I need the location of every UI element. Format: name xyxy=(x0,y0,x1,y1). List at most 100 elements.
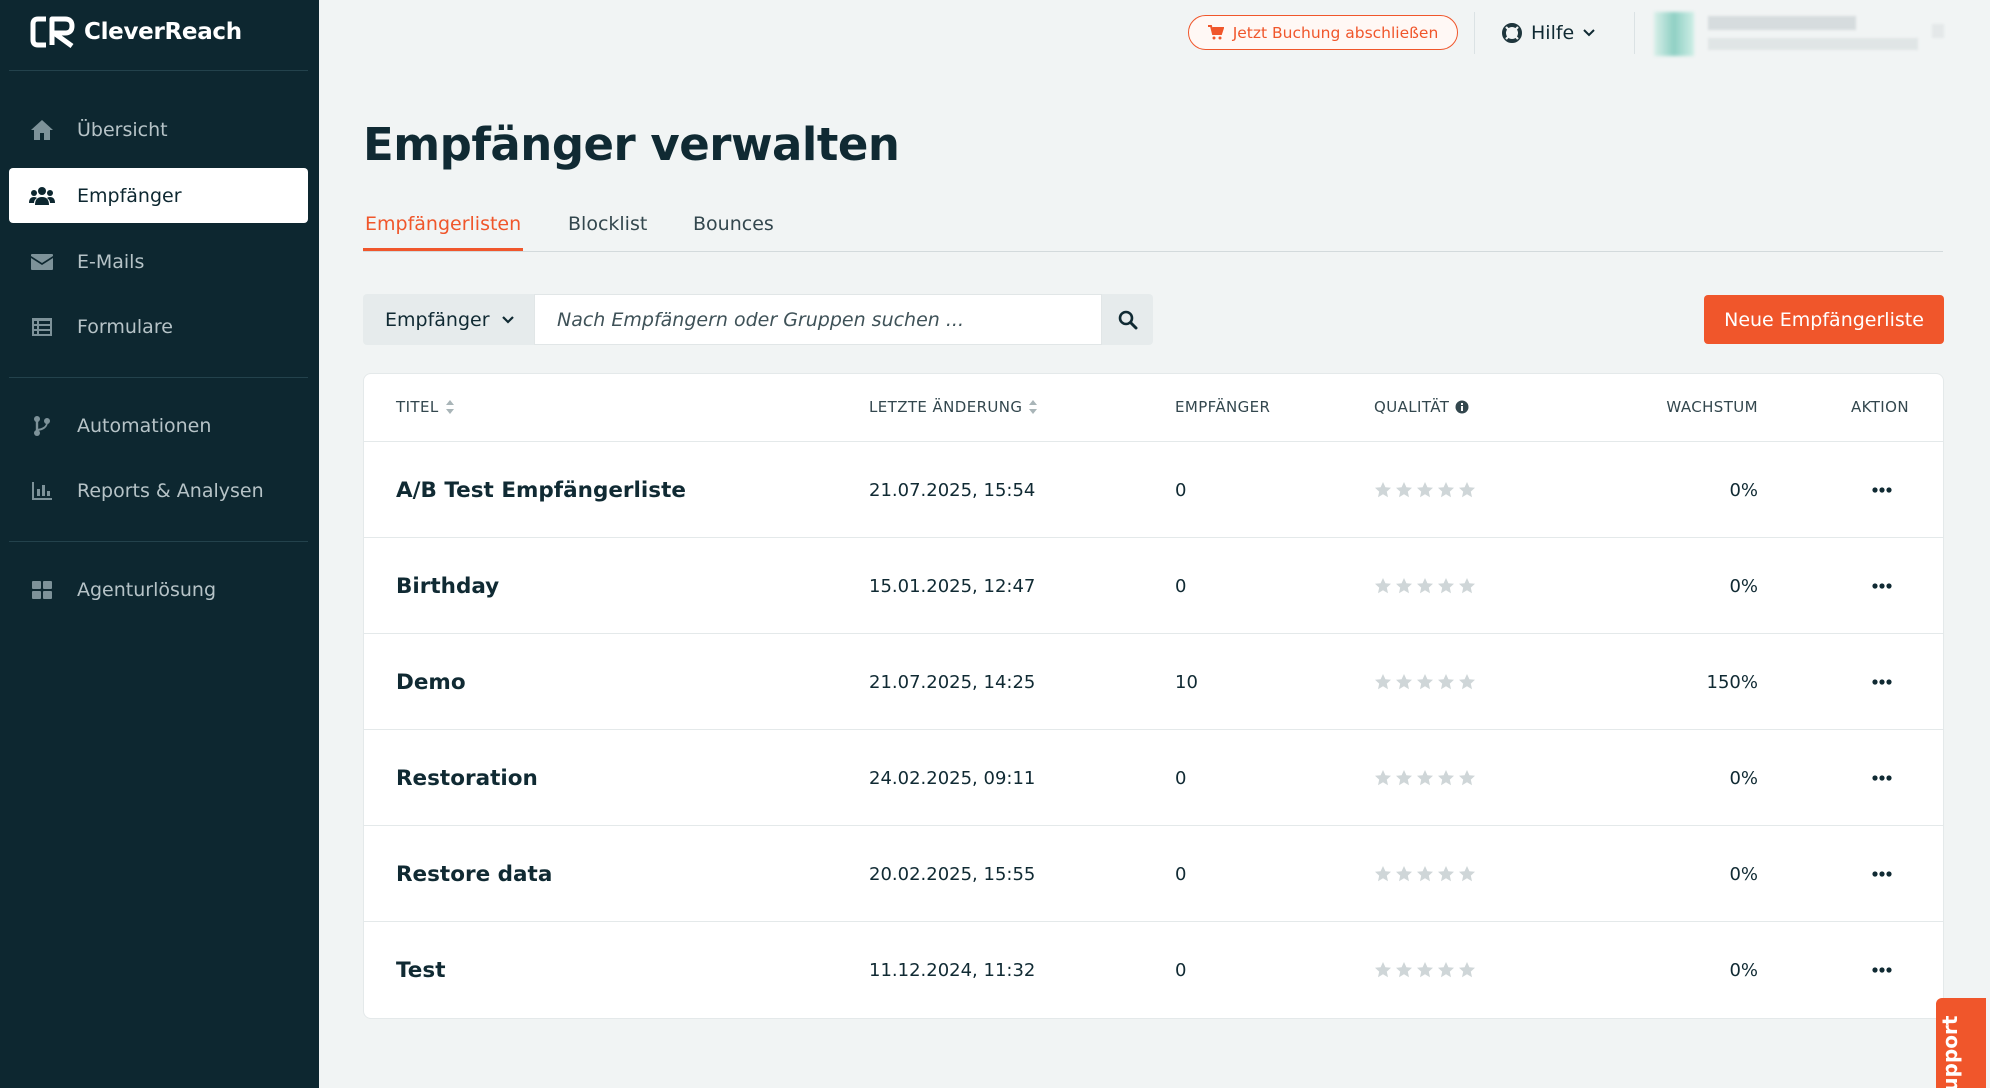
more-horizontal-icon xyxy=(1872,679,1892,685)
row-actions-menu[interactable] xyxy=(1872,634,1892,730)
table-row: Restore data 20.02.2025, 15:55 0 0% xyxy=(364,826,1943,922)
bar-chart-icon xyxy=(29,480,55,502)
sidebar-item-reports[interactable]: Reports & Analysen xyxy=(9,463,308,518)
quality-rating xyxy=(1374,442,1476,538)
help-label: Hilfe xyxy=(1531,22,1575,44)
active-tab-indicator xyxy=(363,248,523,251)
column-header-action: AKTION xyxy=(1851,398,1909,416)
branch-icon xyxy=(29,415,55,437)
star-icon xyxy=(1417,674,1433,690)
star-icon xyxy=(1375,962,1391,978)
star-icon xyxy=(1417,770,1433,786)
sidebar-divider xyxy=(9,377,308,378)
star-icon xyxy=(1396,962,1412,978)
column-header-last-change[interactable]: LETZTE ÄNDERUNG xyxy=(869,398,1038,416)
list-title[interactable]: Birthday xyxy=(396,538,499,634)
grid-icon xyxy=(29,579,55,601)
recipient-lists-table: TITEL LETZTE ÄNDERUNG EMPFÄNGER QUALITÄT… xyxy=(363,373,1944,1019)
star-icon xyxy=(1417,962,1433,978)
list-last-change: 20.02.2025, 15:55 xyxy=(869,863,1036,885)
sidebar-item-label: E-Mails xyxy=(77,250,145,273)
recipient-filter-dropdown[interactable]: Empfänger xyxy=(363,294,534,345)
list-recipient-count: 0 xyxy=(1175,575,1187,597)
cart-icon xyxy=(1207,25,1224,40)
table-row: Restoration 24.02.2025, 09:11 0 0% xyxy=(364,730,1943,826)
row-actions-menu[interactable] xyxy=(1872,538,1892,634)
table-row: Birthday 15.01.2025, 12:47 0 0% xyxy=(364,538,1943,634)
star-icon xyxy=(1459,770,1475,786)
sidebar-item-agenturloesung[interactable]: Agenturlösung xyxy=(9,562,308,617)
column-header-label: WACHSTUM xyxy=(1666,398,1758,416)
support-label: Support xyxy=(1938,1015,1962,1088)
list-growth: 0% xyxy=(1729,863,1758,885)
star-icon xyxy=(1417,866,1433,882)
column-header-growth: WACHSTUM xyxy=(1666,398,1758,416)
star-icon xyxy=(1438,770,1454,786)
new-recipient-list-button[interactable]: Neue Empfängerliste xyxy=(1704,295,1944,344)
tab-blocklist[interactable]: Blocklist xyxy=(568,213,647,235)
star-icon xyxy=(1417,578,1433,594)
column-header-label: AKTION xyxy=(1851,398,1909,416)
search-input[interactable] xyxy=(534,294,1102,345)
column-header-label: LETZTE ÄNDERUNG xyxy=(869,398,1023,416)
sidebar-item-label: Übersicht xyxy=(77,118,168,141)
column-header-title[interactable]: TITEL xyxy=(396,398,455,416)
list-recipient-count: 10 xyxy=(1175,671,1198,693)
tab-bounces[interactable]: Bounces xyxy=(693,213,774,235)
list-title[interactable]: Demo xyxy=(396,634,466,730)
sidebar-item-emails[interactable]: E-Mails xyxy=(9,234,308,289)
star-icon xyxy=(1438,578,1454,594)
chevron-down-icon xyxy=(1583,29,1595,37)
list-title[interactable]: Restore data xyxy=(396,826,552,922)
avatar xyxy=(1654,12,1694,56)
redacted-user-email xyxy=(1708,38,1918,50)
topbar-divider xyxy=(1634,12,1635,54)
sidebar: CleverReach Übersicht Empfänger E-Mails … xyxy=(0,0,319,1088)
sort-icon xyxy=(445,400,454,414)
info-icon[interactable] xyxy=(1455,400,1469,414)
star-icon xyxy=(1459,578,1475,594)
complete-booking-button[interactable]: Jetzt Buchung abschließen xyxy=(1188,15,1458,50)
sidebar-item-label: Agenturlösung xyxy=(77,578,217,601)
star-icon xyxy=(1396,866,1412,882)
sidebar-item-uebersicht[interactable]: Übersicht xyxy=(9,102,308,157)
list-last-change: 21.07.2025, 15:54 xyxy=(869,479,1036,501)
list-title[interactable]: Restoration xyxy=(396,730,538,826)
row-actions-menu[interactable] xyxy=(1872,922,1892,1018)
star-icon xyxy=(1459,482,1475,498)
star-icon xyxy=(1417,482,1433,498)
complete-booking-label: Jetzt Buchung abschließen xyxy=(1232,23,1439,42)
row-actions-menu[interactable] xyxy=(1872,442,1892,538)
list-last-change: 24.02.2025, 09:11 xyxy=(869,767,1036,789)
user-account-menu[interactable] xyxy=(1654,12,1946,56)
row-actions-menu[interactable] xyxy=(1872,730,1892,826)
star-icon xyxy=(1396,674,1412,690)
sidebar-divider xyxy=(9,541,308,542)
list-title[interactable]: A/B Test Empfängerliste xyxy=(396,442,686,538)
more-horizontal-icon xyxy=(1872,775,1892,781)
support-tab[interactable]: Support xyxy=(1936,998,1986,1088)
home-icon xyxy=(29,119,55,141)
help-menu[interactable]: Hilfe xyxy=(1502,18,1595,48)
search-button[interactable] xyxy=(1102,294,1153,345)
sidebar-item-empfaenger[interactable]: Empfänger xyxy=(9,168,308,223)
list-title[interactable]: Test xyxy=(396,922,445,1018)
star-icon xyxy=(1459,674,1475,690)
row-actions-menu[interactable] xyxy=(1872,826,1892,922)
cleverreach-logo-icon xyxy=(30,16,75,48)
list-growth: 0% xyxy=(1729,959,1758,981)
sidebar-item-formulare[interactable]: Formulare xyxy=(9,299,308,354)
table-row: A/B Test Empfängerliste 21.07.2025, 15:5… xyxy=(364,442,1943,538)
star-icon xyxy=(1438,962,1454,978)
star-icon xyxy=(1396,482,1412,498)
sidebar-item-automationen[interactable]: Automationen xyxy=(9,398,308,453)
star-icon xyxy=(1438,674,1454,690)
brand-name: CleverReach xyxy=(84,19,242,45)
star-icon xyxy=(1396,770,1412,786)
page-title: Empfänger verwalten xyxy=(363,118,900,171)
filter-label: Empfänger xyxy=(385,308,490,331)
brand-logo[interactable]: CleverReach xyxy=(30,16,242,48)
table-row: Test 11.12.2024, 11:32 0 0% xyxy=(364,922,1943,1018)
column-header-label: QUALITÄT xyxy=(1374,398,1450,416)
tab-empfaengerlisten[interactable]: Empfängerlisten xyxy=(365,213,521,235)
